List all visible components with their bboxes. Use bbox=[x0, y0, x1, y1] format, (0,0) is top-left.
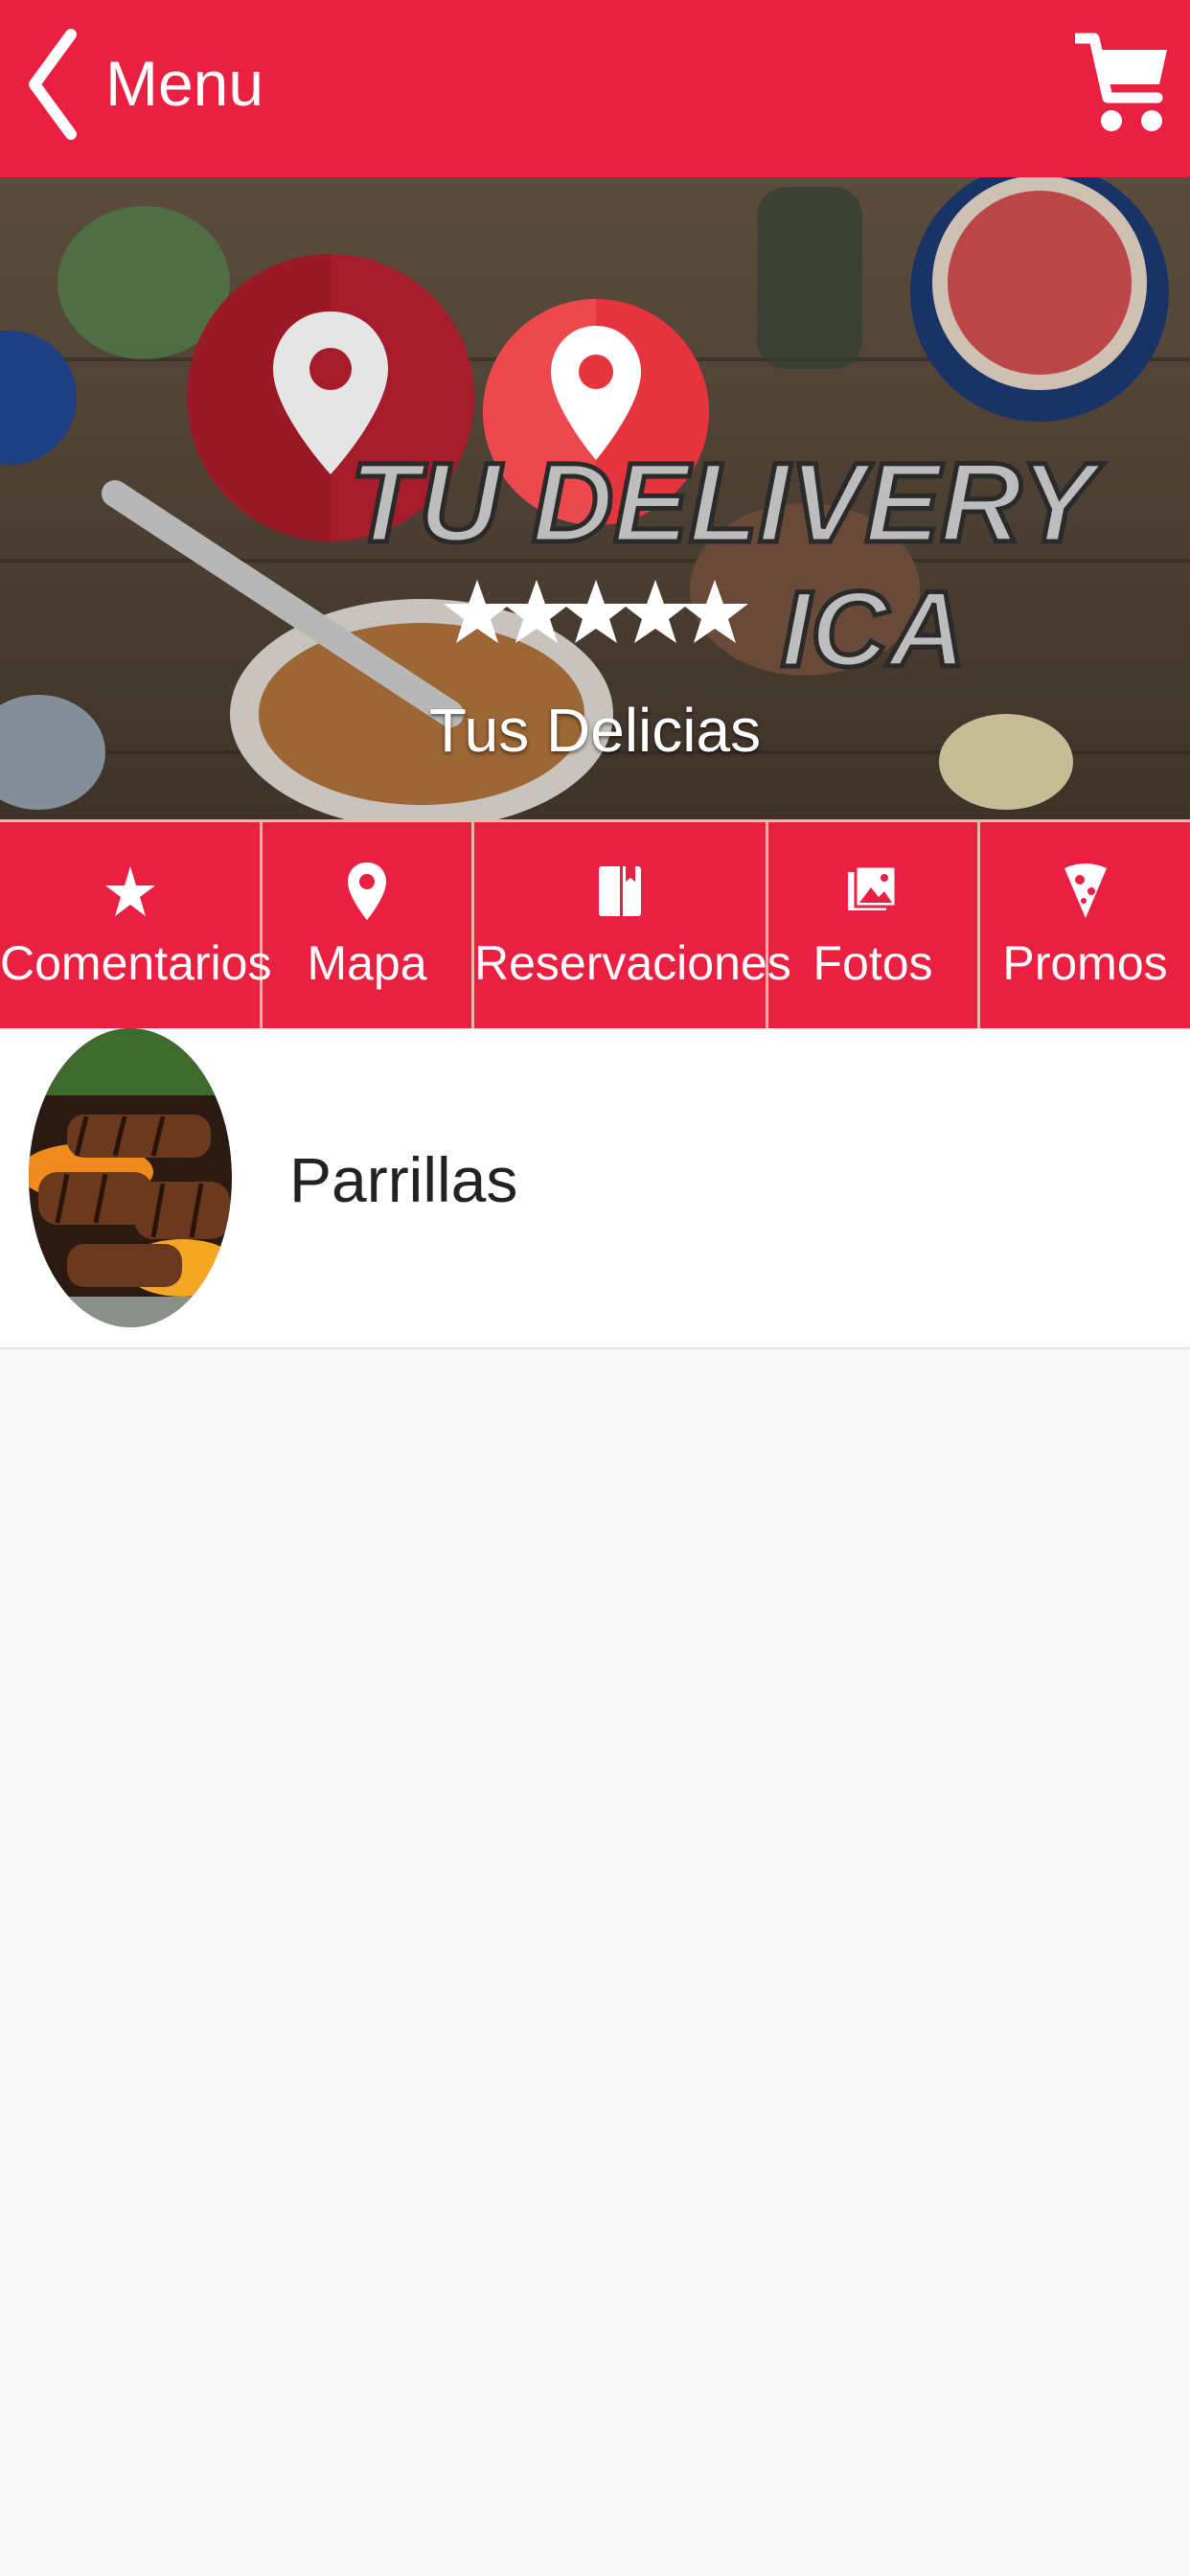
tab-label: Promos bbox=[1002, 936, 1168, 990]
pizza-icon bbox=[1064, 863, 1107, 918]
restaurant-subtitle: Tus Delicias bbox=[428, 696, 762, 765]
tab-label: Reservaciones bbox=[474, 936, 791, 990]
category-list: Parrillas bbox=[0, 1028, 1190, 1349]
cart-button[interactable] bbox=[1071, 29, 1171, 139]
grilled-meat-image bbox=[29, 1028, 232, 1327]
page-title: Menu bbox=[105, 48, 264, 119]
back-button[interactable] bbox=[25, 27, 82, 142]
tab-comentarios[interactable]: Comentarios bbox=[0, 822, 272, 1028]
category-thumbnail bbox=[29, 1028, 232, 1327]
tab-label: Fotos bbox=[812, 936, 933, 990]
action-tab-bar: Comentarios Mapa Reservaciones Fotos Pro… bbox=[0, 819, 1190, 1031]
category-label: Parrillas bbox=[289, 1144, 518, 1215]
tab-label: Mapa bbox=[307, 936, 427, 990]
chevron-left-icon bbox=[29, 29, 77, 140]
tab-promos[interactable]: Promos bbox=[980, 822, 1190, 1028]
logo-text-line2: ICA bbox=[781, 569, 966, 689]
tab-mapa[interactable]: Mapa bbox=[263, 822, 474, 1028]
map-pin-icon bbox=[348, 862, 386, 920]
list-item-parrillas[interactable]: Parrillas bbox=[0, 1028, 1190, 1347]
top-app-bar: Menu bbox=[0, 0, 1190, 177]
book-icon bbox=[599, 866, 641, 916]
cart-icon bbox=[1071, 33, 1167, 131]
logo-text-line1: TU DELIVERY bbox=[350, 440, 1104, 566]
tab-reservaciones[interactable]: Reservaciones bbox=[474, 822, 791, 1028]
tab-label: Comentarios bbox=[0, 936, 272, 990]
photos-icon bbox=[848, 864, 898, 910]
star-icon bbox=[104, 866, 155, 916]
tab-fotos[interactable]: Fotos bbox=[768, 822, 980, 1028]
